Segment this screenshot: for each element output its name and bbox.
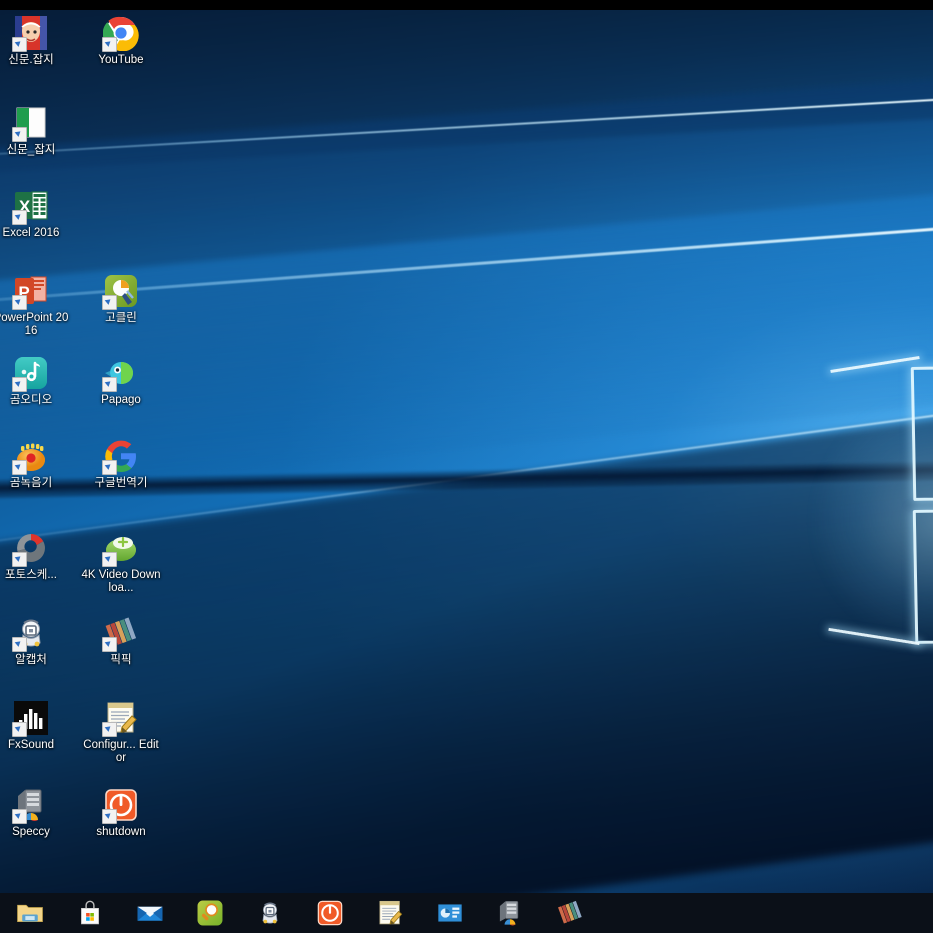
4k-video-downloader-icon <box>102 530 139 567</box>
folder-icon <box>16 899 44 927</box>
shortcut-arrow-icon <box>12 552 27 567</box>
shortcut-arrow-icon <box>12 295 27 310</box>
alcapture-icon <box>256 899 284 927</box>
desktop-icon-gom-audio-icon[interactable]: 곰오디오 <box>0 355 71 407</box>
taskbar-button-picpick[interactable] <box>540 893 600 933</box>
folder-green-white-icon <box>12 105 49 142</box>
speccy-icon <box>12 787 49 824</box>
desktop-icon-folder-green-white-icon[interactable]: 신문_잡지 <box>0 105 71 157</box>
desktop-icon-powerpoint-icon[interactable]: P PowerPoint 2016 <box>0 273 71 337</box>
desktop-icon-alcapture-icon[interactable]: 알캡처 <box>0 615 71 667</box>
shortcut-arrow-icon <box>102 295 117 310</box>
taskbar-button-blue-app[interactable] <box>420 893 480 933</box>
desktop-icon-gom-recorder-icon[interactable]: 곰녹음기 <box>0 438 71 490</box>
shopping-bag-icon <box>76 899 104 927</box>
desktop-icon-goclean-icon[interactable]: 고클린 <box>81 273 161 325</box>
desktop-icon-speccy-icon[interactable]: Speccy <box>0 787 71 839</box>
desktop-icon-label: 신문.잡지 <box>8 54 54 66</box>
taskbar[interactable] <box>0 893 933 933</box>
desktop-icon-google-icon[interactable]: 구글번역기 <box>81 438 161 490</box>
speccy-icon <box>496 899 524 927</box>
taskbar-button-shutdown[interactable] <box>300 893 360 933</box>
shortcut-arrow-icon <box>12 377 27 392</box>
shortcut-arrow-icon <box>12 637 27 652</box>
shortcut-arrow-icon <box>102 552 117 567</box>
configuration-editor-icon <box>102 700 139 737</box>
blue-card-icon <box>436 899 464 927</box>
gom-audio-icon <box>12 355 49 392</box>
goclean-icon <box>102 273 139 310</box>
desktop-icon-label: Excel 2016 <box>2 227 60 239</box>
shortcut-arrow-icon <box>102 722 117 737</box>
desktop-icon-4k-video-downloader-icon[interactable]: 4K Video Downloa... <box>81 530 161 594</box>
desktop-icon-newspaper-magazine-icon[interactable]: 신문.잡지 <box>0 15 71 67</box>
desktop-icon-label: 4K Video Downloa... <box>81 569 161 594</box>
gom-recorder-icon <box>12 438 49 475</box>
papago-icon <box>102 355 139 392</box>
shortcut-arrow-icon <box>12 210 27 225</box>
desktop-icon-fxsound-icon[interactable]: FxSound <box>0 700 71 752</box>
shortcut-arrow-icon <box>12 722 27 737</box>
desktop-screen: 신문.잡지 YouTube 신문_잡지 X Excel 2016 P PowerPoint … <box>0 0 933 933</box>
desktop-icon-label: Papago <box>101 394 141 406</box>
shortcut-arrow-icon <box>12 37 27 52</box>
desktop-icon-grid: 신문.잡지 YouTube 신문_잡지 X Excel 2016 P PowerPoint … <box>0 10 933 893</box>
chrome-icon <box>102 15 139 52</box>
shortcut-arrow-icon <box>12 460 27 475</box>
taskbar-button-microsoft-store[interactable] <box>60 893 120 933</box>
picpick-icon <box>102 615 139 652</box>
magnifier-icon <box>196 899 224 927</box>
top-letterbox-band <box>0 0 933 10</box>
desktop-icon-label: 고클린 <box>105 312 137 324</box>
desktop-icon-label: 포토스케... <box>5 569 57 581</box>
taskbar-button-file-explorer[interactable] <box>0 893 60 933</box>
desktop-icon-configuration-editor-icon[interactable]: Configur... Editor <box>81 700 161 764</box>
desktop-icon-excel-icon[interactable]: X Excel 2016 <box>0 188 71 240</box>
google-icon <box>102 438 139 475</box>
photoscape-icon <box>12 530 49 567</box>
desktop-icon-label: shutdown <box>96 826 146 838</box>
desktop-icon-label: 곰오디오 <box>9 394 53 406</box>
desktop-icon-label: Speccy <box>12 826 50 838</box>
taskbar-button-mail[interactable] <box>120 893 180 933</box>
desktop-icon-label: YouTube <box>98 54 144 66</box>
desktop-icon-label: 구글번역기 <box>94 477 148 489</box>
newspaper-magazine-icon <box>12 15 49 52</box>
desktop-icon-shutdown-icon[interactable]: shutdown <box>81 787 161 839</box>
desktop-icon-label: 알캡처 <box>15 654 47 666</box>
shortcut-arrow-icon <box>102 460 117 475</box>
alcapture-icon <box>12 615 49 652</box>
taskbar-button-configuration-editor[interactable] <box>360 893 420 933</box>
desktop-icon-photoscape-icon[interactable]: 포토스케... <box>0 530 71 582</box>
shutdown-icon <box>316 899 344 927</box>
desktop-icon-papago-icon[interactable]: Papago <box>81 355 161 407</box>
taskbar-button-search-magnifier[interactable] <box>180 893 240 933</box>
desktop-icon-picpick-icon[interactable]: 픽픽 <box>81 615 161 667</box>
shortcut-arrow-icon <box>102 809 117 824</box>
desktop-icon-label: 곰녹음기 <box>9 477 53 489</box>
desktop-icon-label: 픽픽 <box>110 654 132 666</box>
desktop-icon-label: 신문_잡지 <box>6 144 56 156</box>
shortcut-arrow-icon <box>12 127 27 142</box>
desktop-icon-label: PowerPoint 2016 <box>0 312 69 337</box>
taskbar-button-alcapture[interactable] <box>240 893 300 933</box>
shutdown-icon <box>102 787 139 824</box>
shortcut-arrow-icon <box>102 637 117 652</box>
envelope-icon <box>136 899 164 927</box>
shortcut-arrow-icon <box>12 809 27 824</box>
picpick-icon <box>556 899 584 927</box>
powerpoint-icon: P <box>12 273 49 310</box>
fxsound-icon <box>12 700 49 737</box>
shortcut-arrow-icon <box>102 377 117 392</box>
configuration-editor-icon <box>376 899 404 927</box>
taskbar-button-speccy[interactable] <box>480 893 540 933</box>
desktop-icon-label: Configur... Editor <box>83 739 159 764</box>
desktop-icon-chrome-icon[interactable]: YouTube <box>81 15 161 67</box>
shortcut-arrow-icon <box>102 37 117 52</box>
excel-icon: X <box>12 188 49 225</box>
desktop-icon-label: FxSound <box>7 739 55 751</box>
